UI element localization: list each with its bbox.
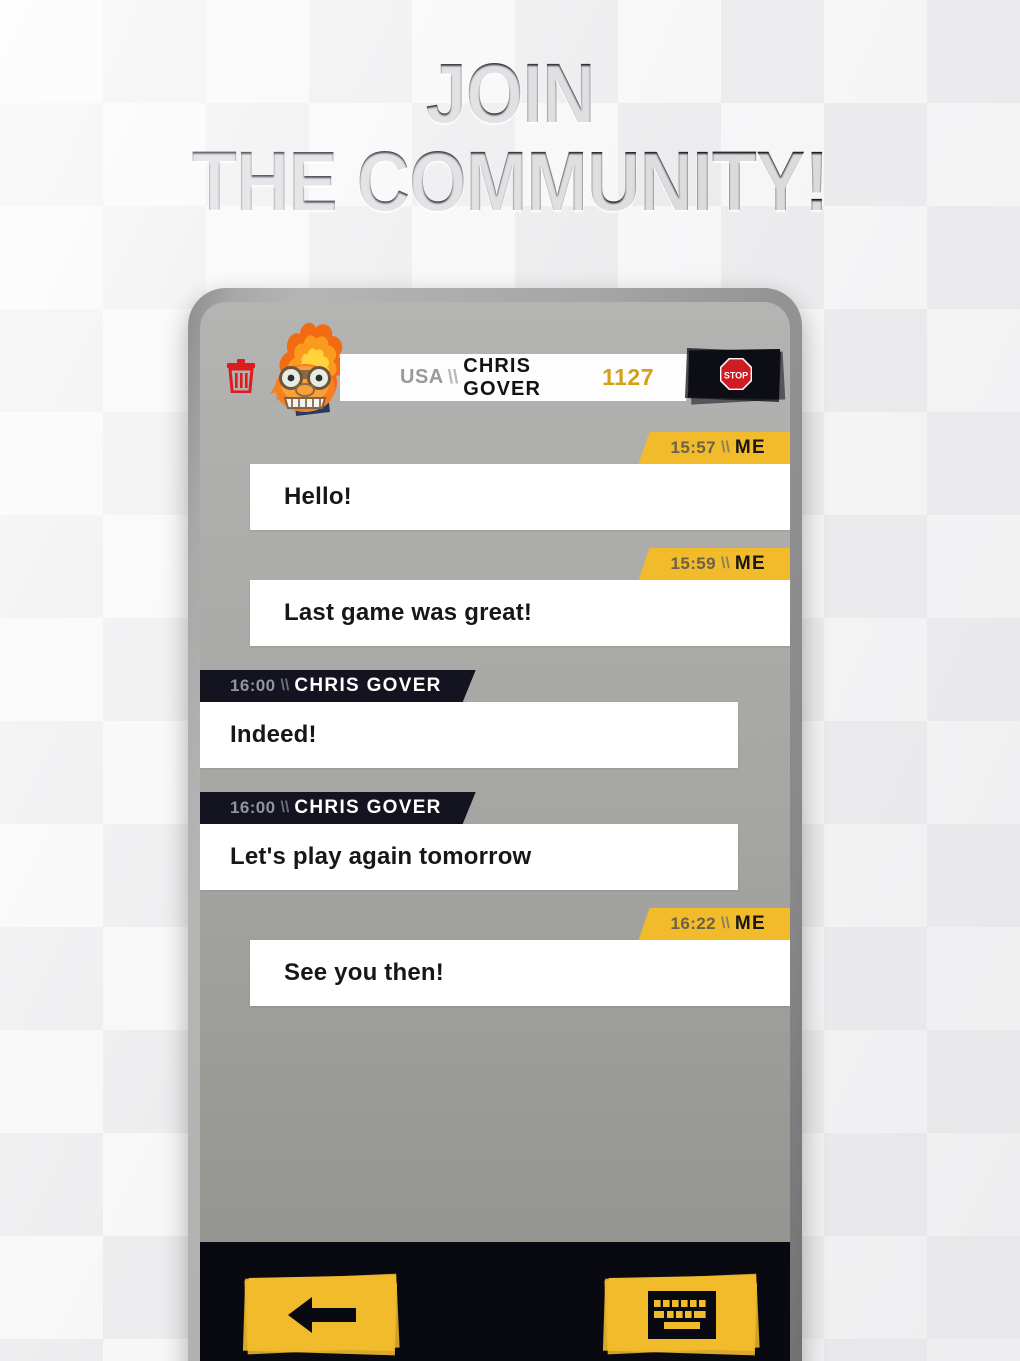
separator-icon: \\ xyxy=(721,555,730,572)
chat-message[interactable]: 16:00 \\ CHRIS GOVER Let's play again tomor… xyxy=(200,792,790,890)
bottom-nav-bar xyxy=(200,1242,790,1361)
separator-icon: \\ xyxy=(447,366,459,388)
message-author: CHRIS GOVER xyxy=(294,675,442,696)
message-time: 16:22 xyxy=(670,914,716,933)
user-region: USA xyxy=(400,366,444,388)
keyboard-icon xyxy=(602,1271,762,1359)
message-author: ME xyxy=(734,553,766,574)
message-bubble: Indeed! xyxy=(200,702,738,768)
message-bubble: See you then! xyxy=(250,940,790,1006)
app-top-bar: USA \\ CHRIS GOVER 1127 STOP xyxy=(200,302,790,432)
chat-message-list[interactable]: 15:57 \\ ME Hello! 15:59 \\ ME Last game was gr… xyxy=(200,432,790,1242)
chat-message[interactable]: 16:22 \\ ME See you then! xyxy=(200,908,790,1006)
stop-button[interactable]: STOP xyxy=(684,346,786,408)
chat-message[interactable]: 15:59 \\ ME Last game was great! xyxy=(200,548,790,646)
message-text: Let's play again tomorrow xyxy=(230,843,532,870)
chat-message[interactable]: 16:00 \\ CHRIS GOVER Indeed! xyxy=(200,670,790,768)
user-score: 1127 xyxy=(602,364,654,390)
message-author: CHRIS GOVER xyxy=(294,797,442,818)
message-bubble: Let's play again tomorrow xyxy=(200,824,738,890)
message-author: ME xyxy=(734,913,766,934)
message-time: 15:59 xyxy=(670,554,716,573)
message-text: Indeed! xyxy=(230,721,317,748)
phone-screen: USA \\ CHRIS GOVER 1127 STOP 15:57 \\ ME He… xyxy=(200,302,790,1361)
separator-icon: \\ xyxy=(721,915,730,932)
message-text: Last game was great! xyxy=(284,599,533,626)
user-name: CHRIS GOVER xyxy=(463,354,542,400)
message-meta-tag: 16:00 \\ CHRIS GOVER xyxy=(200,670,476,702)
message-time: 16:00 xyxy=(230,798,276,817)
headline-line-1: JOIN xyxy=(61,51,959,135)
message-bubble: Hello! xyxy=(250,464,790,530)
keyboard-button[interactable] xyxy=(602,1271,762,1359)
message-meta-tag: 16:22 \\ ME xyxy=(638,908,790,940)
stop-label: STOP xyxy=(724,371,748,381)
separator-icon: \\ xyxy=(280,677,290,694)
promo-headline: JOIN THE COMMUNITY! xyxy=(0,51,1020,224)
phone-frame: USA \\ CHRIS GOVER 1127 STOP 15:57 \\ ME He… xyxy=(188,288,802,1361)
message-text: Hello! xyxy=(284,483,352,510)
back-button[interactable] xyxy=(242,1271,402,1359)
back-arrow-icon xyxy=(242,1271,402,1359)
message-text: See you then! xyxy=(284,959,444,986)
separator-icon: \\ xyxy=(721,439,730,456)
message-meta-tag: 16:00 \\ CHRIS GOVER xyxy=(200,792,476,824)
headline-line-2: THE COMMUNITY! xyxy=(61,139,959,223)
message-time: 15:57 xyxy=(670,438,716,457)
chat-message[interactable]: 15:57 \\ ME Hello! xyxy=(200,432,790,530)
message-time: 16:00 xyxy=(230,676,276,695)
separator-icon: \\ xyxy=(280,799,290,816)
message-bubble: Last game was great! xyxy=(250,580,790,646)
message-author: ME xyxy=(734,437,766,458)
message-meta-tag: 15:57 \\ ME xyxy=(638,432,790,464)
message-meta-tag: 15:59 \\ ME xyxy=(638,548,790,580)
user-name-bar[interactable]: USA \\ CHRIS GOVER 1127 xyxy=(340,354,696,401)
stop-sign-icon: STOP xyxy=(719,357,753,391)
